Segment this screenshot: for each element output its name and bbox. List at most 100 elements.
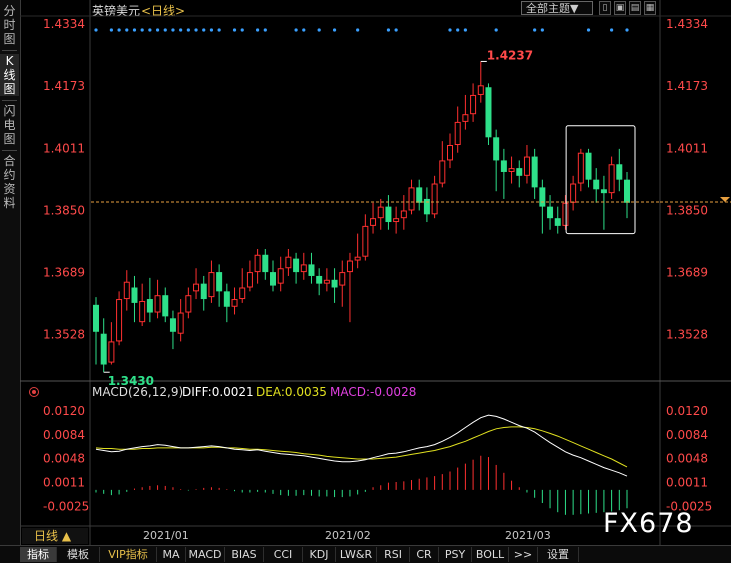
tab-macd[interactable]: MACD <box>186 547 225 562</box>
candle-body-down <box>485 87 492 138</box>
price-tick-right: 1.3528 <box>666 327 708 341</box>
tab-bias[interactable]: BIAS <box>225 547 264 562</box>
signal-dot <box>155 28 160 32</box>
price-tick-left: 1.4334 <box>43 17 85 31</box>
signal-dot <box>171 28 175 32</box>
signal-dot <box>94 28 98 32</box>
tab-vip-indicators[interactable]: VIP指标 <box>100 547 157 562</box>
signal-dot <box>194 28 198 32</box>
price-tick-left: 1.4011 <box>43 141 85 155</box>
tab-more[interactable]: >> <box>509 547 538 562</box>
candle-body-up <box>377 206 384 219</box>
diff-line <box>95 414 628 477</box>
candle-body-up <box>370 218 377 226</box>
price-tick-right: 1.4011 <box>666 141 708 155</box>
candle-body-down <box>331 279 338 288</box>
tab-cr[interactable]: CR <box>410 547 439 562</box>
signal-dot <box>163 28 167 32</box>
x-tick-label: 2021/03 <box>505 529 551 542</box>
bottom-toolbar: 指标 模板 VIP指标 MA MACD BIAS CCI KDJ LW&R RS… <box>0 545 731 563</box>
signal-dot <box>217 28 221 32</box>
candle-body-down <box>416 187 423 203</box>
candle-body-up <box>116 299 123 342</box>
chart-canvas: 1.4334 1.4334 1.4173 1.4173 1.4011 1.4011 1.38… <box>20 0 731 545</box>
price-tick-right: 1.3850 <box>666 203 708 217</box>
candle-body-up <box>400 210 407 219</box>
candle-body-down <box>500 160 507 172</box>
price-tick-left: 1.3528 <box>43 327 85 341</box>
macd-tick-left: -0.0025 <box>43 499 89 513</box>
macd-params-label: MACD(26,12,9) <box>92 385 184 399</box>
candle-body-down <box>624 179 630 203</box>
candle-body-down <box>585 152 592 180</box>
candle-body-down <box>493 137 500 161</box>
signal-dot <box>317 28 321 32</box>
candle-body-down <box>270 272 276 286</box>
candle-body-up <box>523 156 530 176</box>
signal-dot <box>256 28 260 32</box>
tab-settings[interactable]: 设置 <box>538 547 579 562</box>
signal-dot <box>332 28 337 32</box>
candle-body-up <box>254 254 261 273</box>
macd-tick-right: 0.0048 <box>666 451 708 465</box>
candle-body-down <box>131 287 138 303</box>
indicator-settings-icon[interactable] <box>29 387 39 397</box>
candle-body-up <box>508 168 515 172</box>
candle-body-up <box>570 183 577 203</box>
signal-dot <box>179 28 183 32</box>
candle-body-up <box>562 202 569 226</box>
candle-body-down <box>423 198 430 215</box>
candle-body-down <box>308 264 315 276</box>
candle-body-up <box>462 114 469 122</box>
tab-templates[interactable]: 模板 <box>57 547 100 562</box>
candle-body-up <box>454 121 461 146</box>
period-selector[interactable]: 日线 ▲ <box>22 528 88 544</box>
price-tick-left: 1.3850 <box>43 203 85 217</box>
candle-body-up <box>339 272 346 286</box>
candle-body-up <box>577 152 584 184</box>
candle-body-down <box>293 258 300 273</box>
tab-lwr[interactable]: LW&R <box>336 547 377 562</box>
tab-indicators[interactable]: 指标 <box>20 547 57 562</box>
candle-body-down <box>554 218 561 226</box>
signal-dot <box>356 28 360 32</box>
tab-boll[interactable]: BOLL <box>472 547 509 562</box>
candle-body-down <box>100 333 107 365</box>
candle-body-down <box>262 254 269 273</box>
candle-body-up <box>608 164 615 194</box>
macd-tick-left: 0.0011 <box>43 476 85 490</box>
tab-kdj[interactable]: KDJ <box>303 547 336 562</box>
tab-psy[interactable]: PSY <box>439 547 472 562</box>
candle-body-up <box>393 218 400 223</box>
price-tick-right: 1.4173 <box>666 79 708 93</box>
signal-dot <box>109 28 113 32</box>
candle-body-up <box>354 256 361 261</box>
signal-dot <box>540 28 544 32</box>
signal-dot <box>148 28 152 32</box>
tab-rsi[interactable]: RSI <box>377 547 410 562</box>
signal-dot <box>533 28 537 32</box>
candle-body-up <box>193 283 200 292</box>
period-label: 日线 <box>34 529 59 543</box>
candle-body-down <box>146 299 153 313</box>
tab-ma[interactable]: MA <box>157 547 186 562</box>
signal-dot <box>209 28 214 32</box>
candle-body-up <box>239 287 246 300</box>
macd-tick-right: 0.0011 <box>666 476 708 490</box>
signal-dot <box>263 28 267 32</box>
tab-cci[interactable]: CCI <box>264 547 303 562</box>
macd-tick-left: 0.0048 <box>43 451 85 465</box>
current-price-marker <box>720 197 730 203</box>
signal-dot <box>140 28 144 32</box>
signal-dot <box>240 28 244 32</box>
candle-body-down <box>600 189 607 194</box>
signal-dot <box>232 28 237 32</box>
macd-diff-label: DIFF:0.0021 <box>182 385 254 399</box>
candle-body-up <box>139 300 146 323</box>
price-tick-left: 1.3689 <box>43 265 85 279</box>
candle-body-up <box>285 256 292 269</box>
candle-body-up <box>246 272 253 288</box>
candle-body-down <box>385 206 392 223</box>
candle-body-down <box>223 291 230 307</box>
candle-body-up <box>277 268 284 284</box>
